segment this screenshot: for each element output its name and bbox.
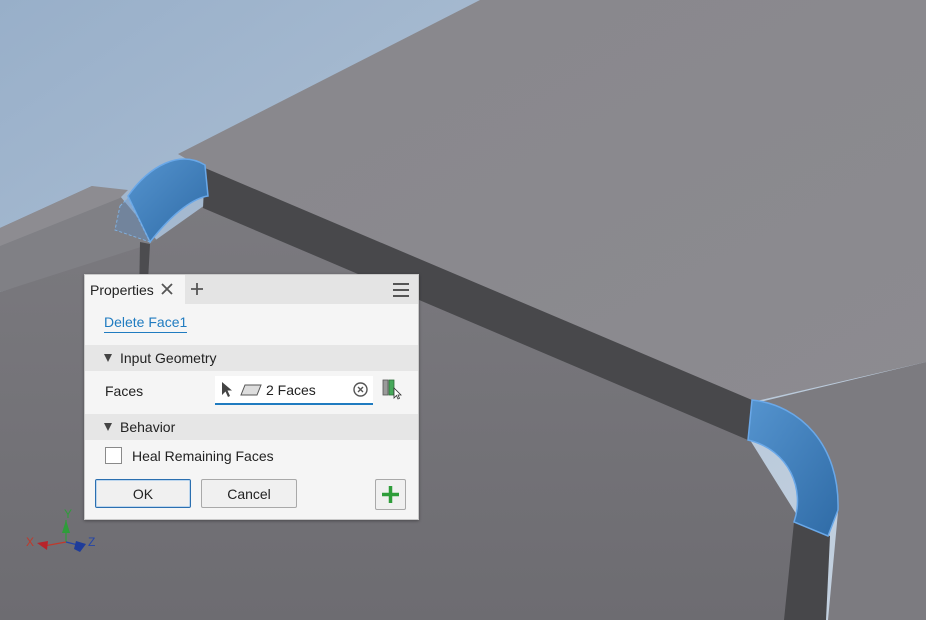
z-axis-cone bbox=[74, 541, 86, 552]
faces-label: Faces bbox=[105, 383, 144, 399]
select-other-icon[interactable] bbox=[381, 378, 403, 400]
x-axis-cone bbox=[37, 541, 48, 550]
triad-z-label: Z bbox=[88, 535, 95, 549]
plus-icon[interactable] bbox=[189, 281, 205, 297]
tab-properties[interactable]: Properties bbox=[85, 275, 185, 304]
section-input-geometry-label: Input Geometry bbox=[120, 350, 217, 366]
clear-circle-icon[interactable] bbox=[353, 382, 368, 397]
hamburger-menu-icon[interactable] bbox=[391, 281, 411, 299]
view-triad[interactable]: Y X Z bbox=[24, 506, 102, 562]
cancel-button[interactable]: Cancel bbox=[201, 479, 297, 508]
face-parallelogram-icon bbox=[240, 384, 262, 396]
triad-x-label: X bbox=[26, 535, 34, 549]
apply-button[interactable] bbox=[375, 479, 406, 510]
collapse-triangle-icon bbox=[104, 354, 112, 362]
y-axis-cone bbox=[62, 520, 70, 533]
section-behavior-label: Behavior bbox=[120, 419, 176, 435]
heal-remaining-faces-checkbox[interactable] bbox=[105, 447, 122, 464]
panel-tabbar: Properties bbox=[85, 275, 418, 304]
properties-panel: Properties Delete Face1 Input Geometry F… bbox=[84, 274, 419, 520]
faces-value: 2 Faces bbox=[266, 382, 316, 398]
close-icon[interactable] bbox=[159, 281, 175, 297]
green-plus-icon bbox=[382, 486, 399, 503]
triad-y-label: Y bbox=[64, 507, 72, 521]
feature-name-link[interactable]: Delete Face1 bbox=[104, 314, 188, 333]
faces-selector-field[interactable]: 2 Faces bbox=[215, 376, 373, 405]
tab-properties-label: Properties bbox=[90, 282, 154, 298]
collapse-triangle-icon bbox=[104, 423, 112, 431]
heal-remaining-faces-label: Heal Remaining Faces bbox=[132, 448, 274, 464]
section-behavior[interactable]: Behavior bbox=[85, 414, 418, 440]
section-input-geometry[interactable]: Input Geometry bbox=[85, 345, 418, 371]
arrow-cursor-icon bbox=[222, 382, 232, 397]
ok-button[interactable]: OK bbox=[95, 479, 191, 508]
